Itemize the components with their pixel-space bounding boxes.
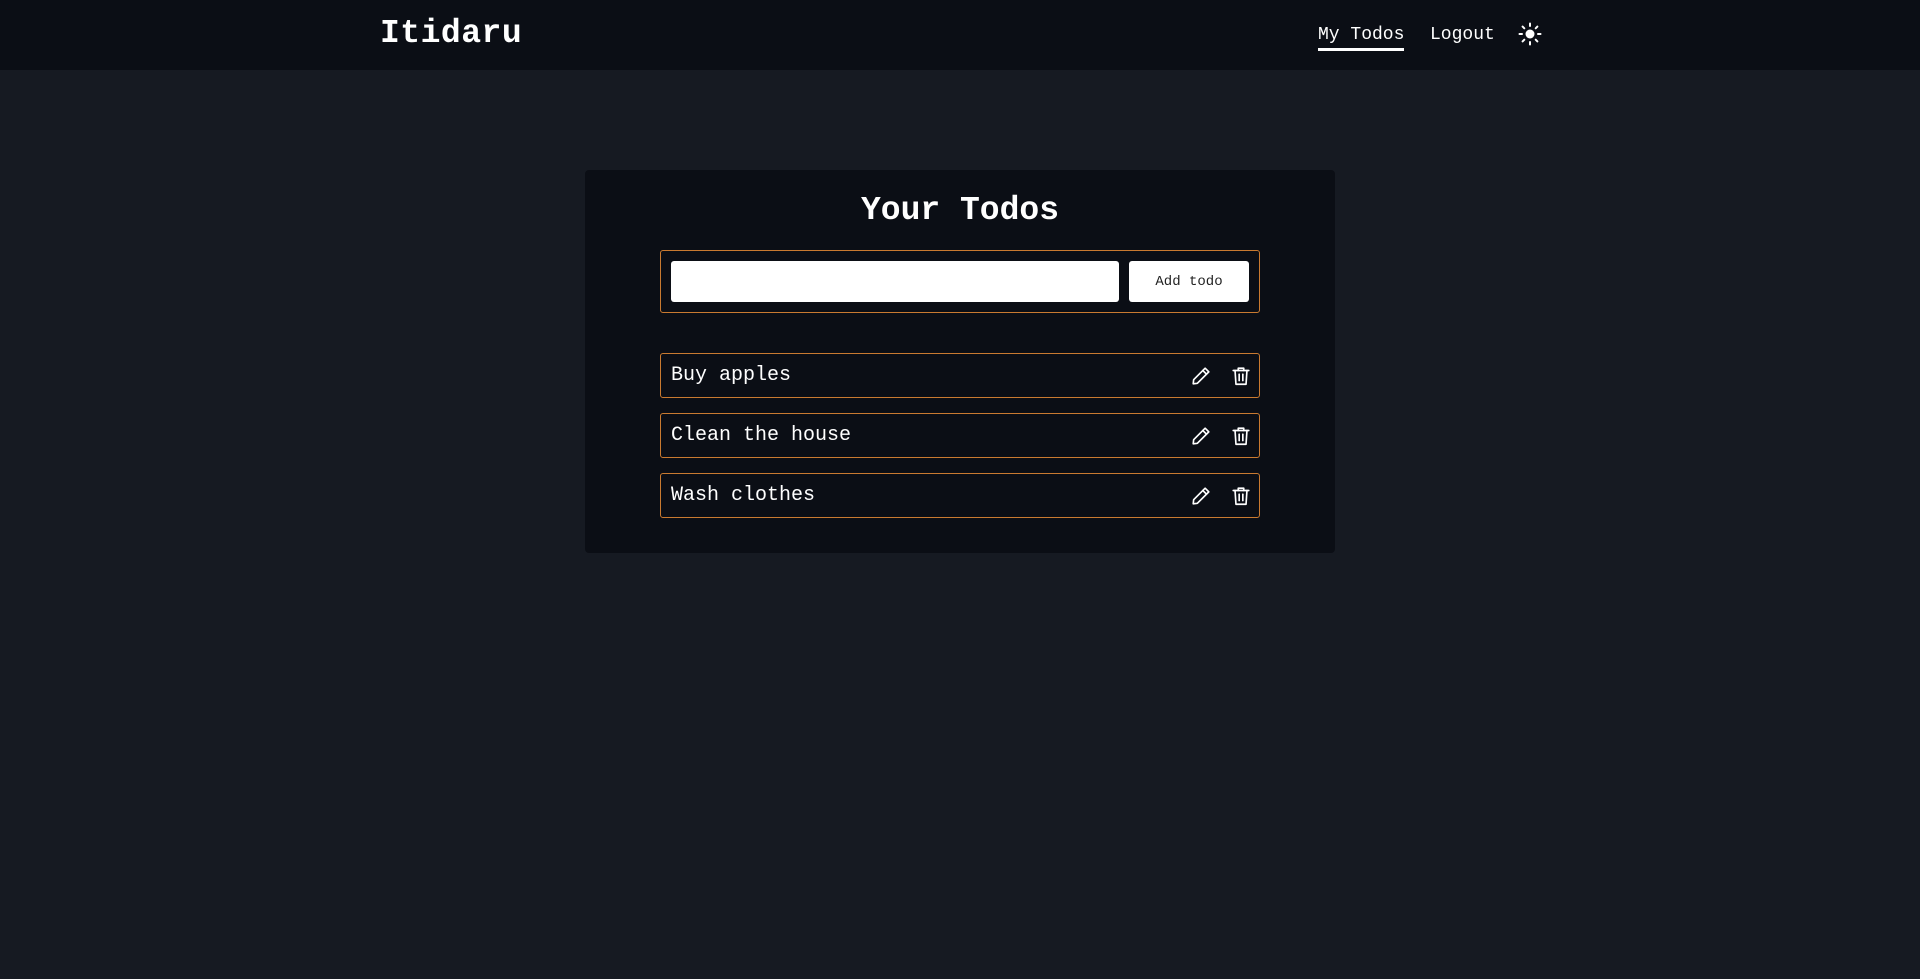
trash-icon[interactable]	[1230, 485, 1252, 507]
pencil-icon[interactable]	[1190, 365, 1212, 387]
add-todo-button[interactable]: Add todo	[1129, 261, 1249, 302]
brand-logo[interactable]: Itidaru	[380, 12, 522, 56]
add-todo-form: Add todo	[660, 250, 1260, 313]
navbar: Itidaru My Todos Logout	[0, 0, 1920, 70]
todo-input[interactable]	[671, 261, 1119, 302]
nav-link-logout[interactable]: Logout	[1430, 24, 1495, 46]
todo-item: Buy apples	[660, 353, 1260, 398]
trash-icon[interactable]	[1230, 365, 1252, 387]
todo-text: Buy apples	[671, 364, 792, 387]
trash-icon[interactable]	[1230, 425, 1252, 447]
todo-text: Clean the house	[671, 424, 852, 447]
theme-toggle-button[interactable]	[1518, 22, 1542, 46]
todo-text: Wash clothes	[671, 484, 816, 507]
pencil-icon[interactable]	[1190, 425, 1212, 447]
pencil-icon[interactable]	[1190, 485, 1212, 507]
todo-item: Wash clothes	[660, 473, 1260, 518]
sun-icon	[1518, 22, 1542, 46]
nav-link-my-todos[interactable]: My Todos	[1318, 24, 1405, 51]
todos-card: Your Todos Add todo Buy apples Clean the…	[585, 170, 1335, 553]
todo-item: Clean the house	[660, 413, 1260, 458]
todo-list: Buy apples Clean the house Wash clothes	[660, 353, 1260, 533]
page-title: Your Todos	[860, 192, 1060, 229]
